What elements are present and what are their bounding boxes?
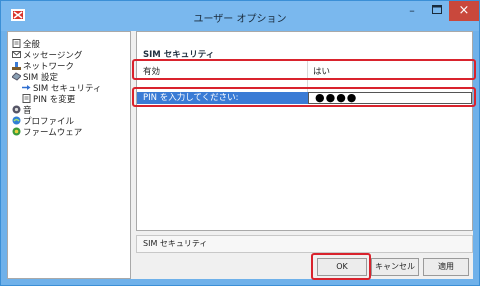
maximize-icon: [432, 5, 442, 14]
network-icon: [12, 61, 21, 70]
cancel-button[interactable]: キャンセル: [371, 258, 419, 276]
title-bar: ユーザー オプション – ×: [1, 1, 479, 31]
highlight-frame: [132, 59, 476, 80]
firmware-icon: [12, 127, 21, 136]
options-window: ユーザー オプション – × 全般 メッセージング ネットワーク SIM 設定: [0, 0, 480, 286]
page-icon: [22, 94, 31, 103]
tree-item-sim-security[interactable]: SIM セキュリティ: [22, 83, 101, 94]
apply-button[interactable]: 適用: [423, 258, 469, 276]
description-bar: SIM セキュリティ: [136, 235, 473, 253]
tree-item-label: SIM 設定: [23, 73, 58, 83]
tree-item-label: ファームウェア: [23, 128, 83, 138]
tree-item-label: 音: [23, 106, 32, 116]
tree-item-network[interactable]: ネットワーク: [12, 61, 74, 72]
tree-item-change-pin[interactable]: PIN を変更: [22, 94, 75, 105]
tree-item-label: SIM セキュリティ: [33, 84, 102, 94]
message-icon: [12, 50, 21, 59]
client-area: 全般 メッセージング ネットワーク SIM 設定 SIM セキュリティ PIN …: [7, 31, 476, 280]
sim-icon: [11, 72, 22, 81]
sound-icon: [12, 105, 21, 114]
profile-icon: [12, 116, 21, 125]
arrow-right-icon: [22, 83, 31, 92]
page-icon: [12, 39, 21, 48]
tree-item-label: ネットワーク: [23, 62, 75, 72]
tree-item-label: プロファイル: [23, 117, 75, 127]
tree-item-label: 全般: [23, 40, 41, 50]
options-tree: 全般 メッセージング ネットワーク SIM 設定 SIM セキュリティ PIN …: [7, 31, 131, 279]
tree-item-label: メッセージング: [23, 51, 83, 61]
tree-item-profile[interactable]: プロファイル: [12, 116, 74, 127]
minimize-button[interactable]: –: [399, 1, 425, 21]
tree-item-sim-settings[interactable]: SIM 設定: [11, 72, 58, 83]
tree-item-sound[interactable]: 音: [12, 105, 32, 116]
tree-item-firmware[interactable]: ファームウェア: [12, 127, 82, 138]
highlight-frame: [311, 253, 371, 280]
tree-item-label: PIN を変更: [33, 95, 76, 105]
maximize-button[interactable]: [425, 1, 449, 21]
highlight-frame: [132, 87, 476, 107]
tree-item-general[interactable]: 全般: [12, 39, 40, 50]
close-button[interactable]: ×: [449, 1, 479, 21]
tree-item-messaging[interactable]: メッセージング: [12, 50, 82, 61]
